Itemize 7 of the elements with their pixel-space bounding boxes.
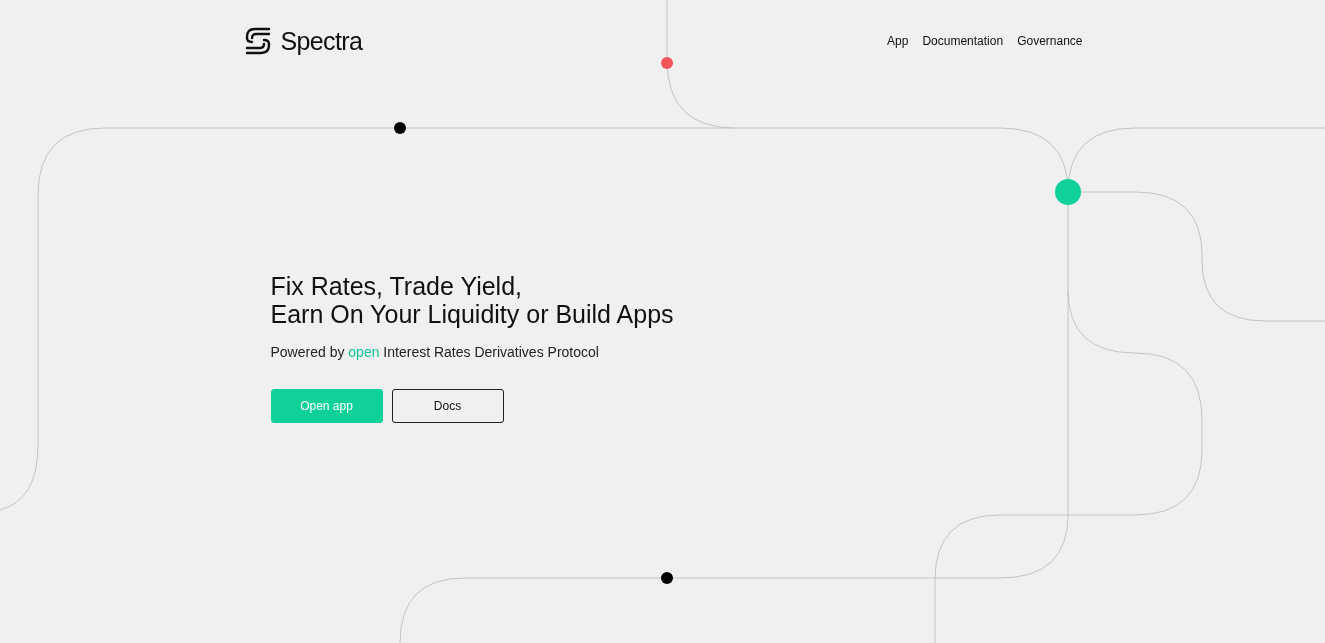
nav-link[interactable]: Documentation — [922, 32, 1004, 50]
hero-subtitle: Powered by open Interest Rates Derivatives Protocol — [270, 343, 600, 362]
nav-link[interactable]: Governance — [1017, 32, 1083, 50]
nav-link[interactable]: App — [887, 32, 909, 50]
brand-name: Spectra — [280, 28, 363, 54]
docs-button[interactable]: Docs — [391, 389, 504, 423]
hero-title: Fix Rates, Trade Yield, Earn On Your Liquidity or Build Apps — [270, 272, 675, 328]
